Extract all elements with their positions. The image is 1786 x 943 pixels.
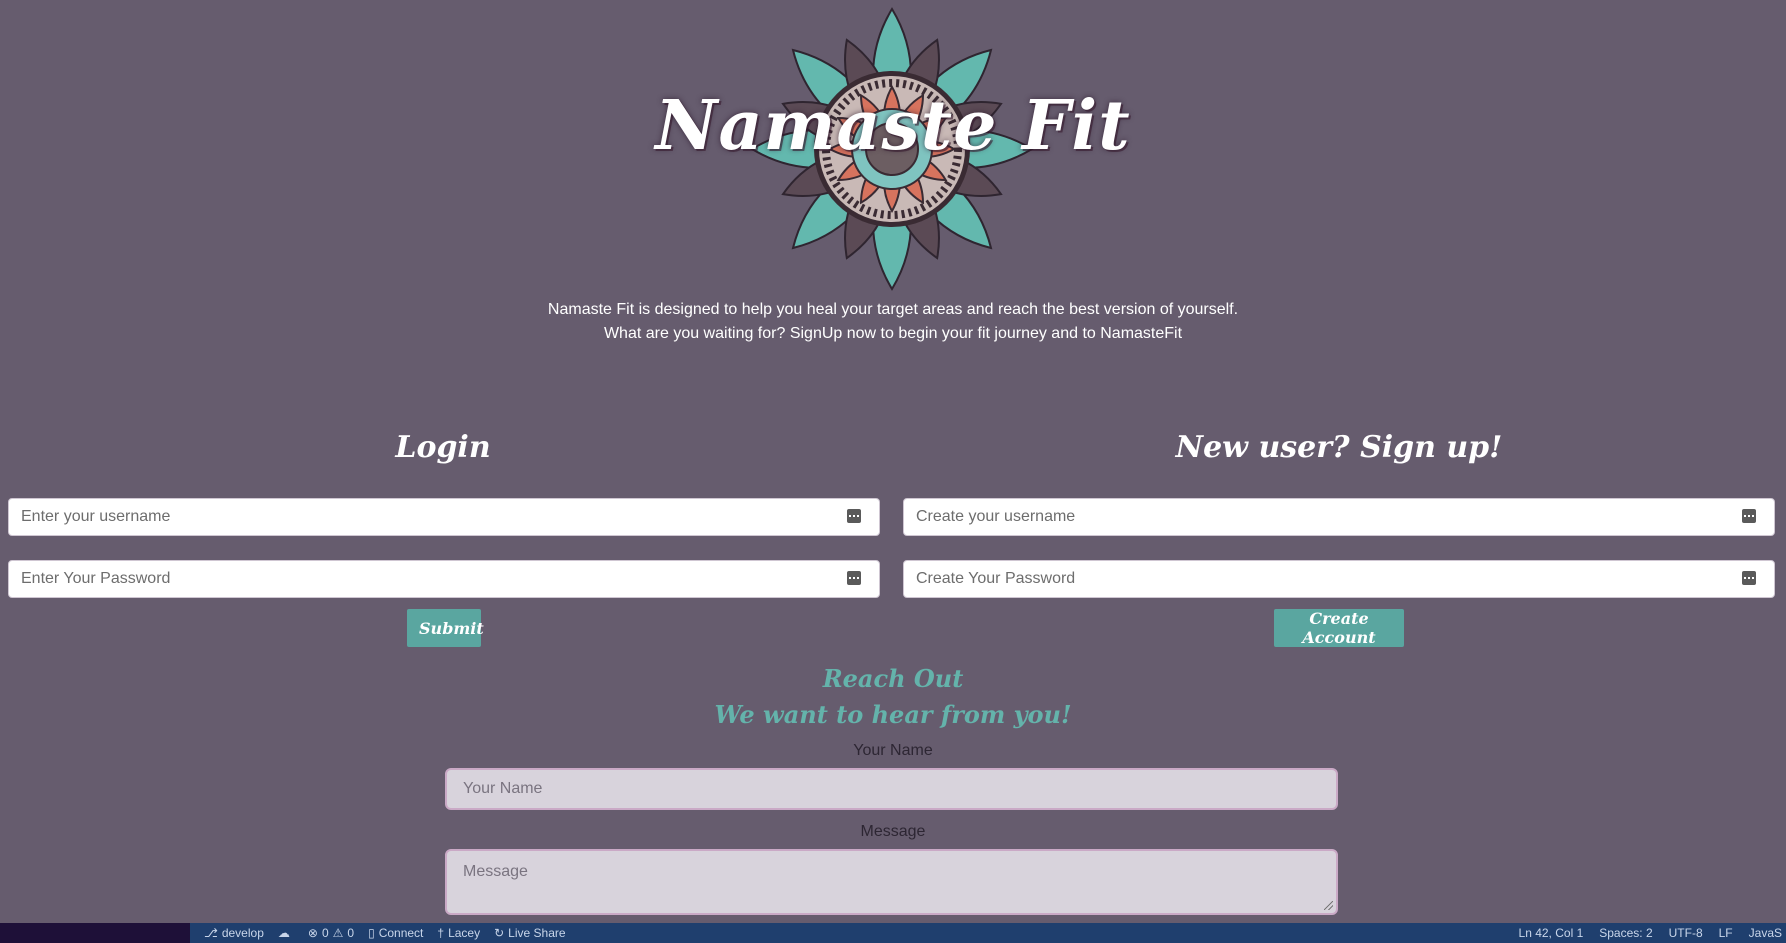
- connect-item[interactable]: ▯ Connect: [368, 926, 423, 940]
- login-submit-button[interactable]: Submit: [407, 609, 484, 647]
- signup-password-field[interactable]: [903, 560, 1775, 598]
- error-count: 0: [321, 926, 329, 940]
- page: Namaste Fit Namaste Fit is designed to h…: [0, 0, 1786, 923]
- login-username-field[interactable]: [8, 498, 880, 536]
- resize-grip-icon[interactable]: [1324, 901, 1333, 910]
- user-icon: †: [437, 926, 445, 940]
- brand-title: Namaste Fit: [655, 86, 1131, 166]
- warning-icon: ⚠: [332, 926, 344, 940]
- login-password-input[interactable]: [21, 570, 867, 588]
- message-label: Message: [860, 823, 926, 840]
- login-password-field[interactable]: [8, 560, 880, 598]
- encoding[interactable]: UTF-8: [1669, 926, 1703, 940]
- sync-icon: ☁: [277, 926, 290, 940]
- error-icon: ⊗: [307, 926, 318, 940]
- cursor-position[interactable]: Ln 42, Col 1: [1519, 926, 1584, 940]
- signup-username-input[interactable]: [916, 508, 1762, 526]
- live-share-icon: ↻: [494, 926, 505, 940]
- problems-item[interactable]: ⊗ 0 ⚠ 0: [308, 926, 354, 940]
- user-name: Lacey: [448, 926, 481, 940]
- name-label: Your Name: [853, 742, 933, 759]
- intro-line-2: What are you waiting for? SignUp now to …: [603, 325, 1183, 342]
- login-username-input[interactable]: [21, 508, 867, 526]
- contact-name-input[interactable]: [463, 780, 1320, 798]
- indentation[interactable]: Spaces: 2: [1599, 926, 1652, 940]
- git-branch-icon: ⎇: [204, 926, 218, 940]
- branch-name: develop: [221, 926, 264, 940]
- password-key-icon[interactable]: [847, 571, 861, 585]
- status-bar: ⎇ develop ☁ ⊗ 0 ⚠ 0 ▯ Connect † Lacey ↻ …: [190, 923, 1786, 943]
- create-account-button[interactable]: Create Account: [1274, 609, 1404, 647]
- live-share-item[interactable]: ↻ Live Share: [494, 926, 565, 940]
- login-title: Login: [395, 430, 491, 465]
- contact-message-field[interactable]: [445, 849, 1338, 915]
- user-item[interactable]: † Lacey: [437, 926, 480, 940]
- live-share-label: Live Share: [508, 926, 566, 940]
- signup-username-field[interactable]: [903, 498, 1775, 536]
- contact-message-input[interactable]: [463, 863, 1320, 899]
- line-ending[interactable]: LF: [1719, 926, 1733, 940]
- connect-label: Connect: [378, 926, 424, 940]
- signup-password-input[interactable]: [916, 570, 1762, 588]
- reach-out-heading: Reach Out: [822, 664, 964, 693]
- password-key-icon[interactable]: [1742, 509, 1756, 523]
- intro-text: Namaste Fit is designed to help you heal…: [0, 298, 1786, 346]
- branch-item[interactable]: ⎇ develop: [204, 926, 264, 940]
- sync-item[interactable]: ☁: [278, 926, 294, 940]
- password-key-icon[interactable]: [1742, 571, 1756, 585]
- language-mode[interactable]: JavaS: [1749, 926, 1782, 940]
- contact-name-field[interactable]: [445, 768, 1338, 810]
- signup-title: New user? Sign up!: [1175, 430, 1503, 465]
- connect-icon: ▯: [368, 926, 375, 940]
- intro-line-1: Namaste Fit is designed to help you heal…: [547, 301, 1239, 318]
- password-key-icon[interactable]: [847, 509, 861, 523]
- reach-out-subheading: We want to hear from you!: [714, 700, 1072, 729]
- warning-count: 0: [347, 926, 355, 940]
